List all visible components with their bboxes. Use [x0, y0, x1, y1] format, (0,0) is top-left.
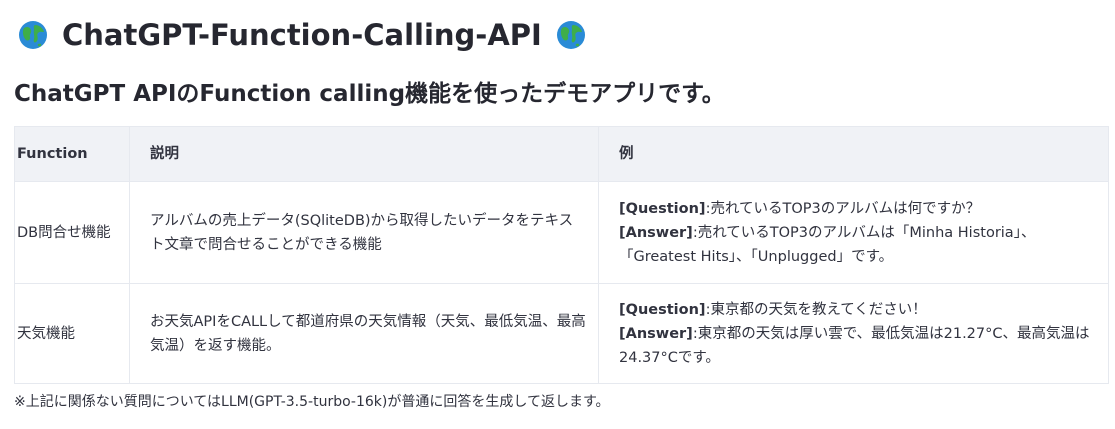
cell-description: アルバムの売上データ(SQliteDB)から取得したいデータをテキスト文章で問合… — [129, 181, 599, 284]
function-table: Function 説明 例 DB問合せ機能 アルバムの売上データ(SQliteD… — [14, 126, 1109, 384]
page-title-text: ChatGPT-Function-Calling-API — [62, 18, 542, 52]
example-answer: [Answer]:売れているTOP3のアルバムは「Minha Historia」… — [619, 221, 1100, 269]
footnote: ※上記に関係ない質問についてはLLM(GPT-3.5-turbo-16k)が普通… — [14, 394, 610, 410]
column-header-function: Function — [14, 126, 130, 182]
cell-example: [Question]:売れているTOP3のアルバムは何ですか？ [Answer]… — [598, 181, 1109, 284]
cell-example: [Question]:東京都の天気を教えてください！ [Answer]:東京都の… — [598, 283, 1109, 384]
cell-function: DB問合せ機能 — [14, 181, 130, 284]
answer-label: [Answer] — [619, 325, 693, 342]
page-title: ChatGPT-Function-Calling-API — [18, 12, 586, 58]
table-row: 天気機能 お天気APIをCALLして都道府県の天気情報（天気、最低気温、最高気温… — [14, 283, 1109, 384]
globe-icon — [556, 21, 585, 49]
table-header-row: Function 説明 例 — [14, 126, 1109, 182]
page: ChatGPT-Function-Calling-API ChatGPT API… — [0, 0, 1115, 429]
example-question: [Question]:売れているTOP3のアルバムは何ですか？ — [619, 197, 1100, 221]
cell-function: 天気機能 — [14, 283, 130, 384]
question-text: :売れているTOP3のアルバムは何ですか？ — [705, 200, 981, 217]
cell-description: お天気APIをCALLして都道府県の天気情報（天気、最低気温、最高気温）を返す機… — [129, 283, 599, 384]
question-label: [Question] — [619, 301, 706, 318]
example-question: [Question]:東京都の天気を教えてください！ — [619, 298, 1100, 322]
page-subtitle: ChatGPT APIのFunction calling機能を使ったデモアプリで… — [14, 81, 725, 107]
example-answer: [Answer]:東京都の天気は厚い雲で、最低気温は21.27°C、最高気温は2… — [619, 322, 1100, 370]
question-label: [Question] — [619, 200, 706, 217]
question-text: :東京都の天気を教えてください！ — [705, 301, 927, 318]
answer-label: [Answer] — [619, 224, 693, 241]
column-header-description: 説明 — [129, 126, 599, 182]
table-row: DB問合せ機能 アルバムの売上データ(SQliteDB)から取得したいデータをテ… — [14, 181, 1109, 284]
globe-icon — [19, 21, 47, 49]
column-header-example: 例 — [598, 126, 1109, 182]
